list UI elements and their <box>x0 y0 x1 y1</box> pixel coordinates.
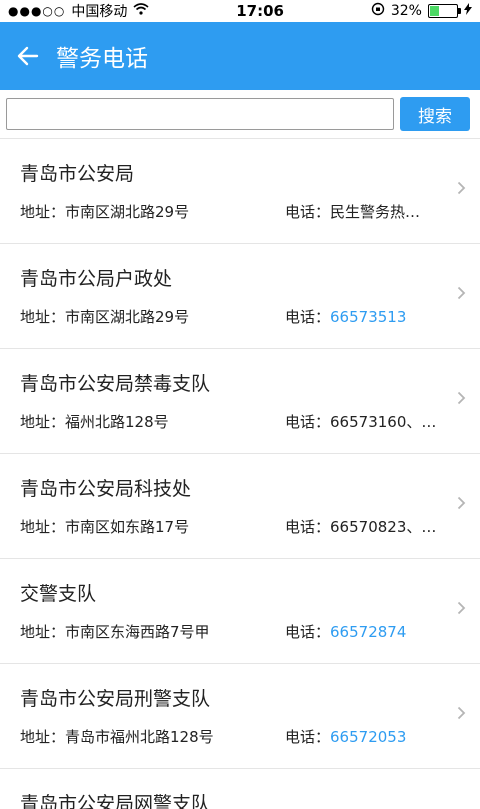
item-details: 地址：市南区湖北路29号 电话：民生警务热… <box>20 201 445 222</box>
item-name: 青岛市公安局科技处 <box>20 478 192 500</box>
list-item[interactable]: 青岛市公安局科技处地址：市南区如东路17号 电话：66570823、… <box>0 454 480 559</box>
item-address: 地址：青岛市福州北路128号 <box>20 728 214 746</box>
battery-percent: 32% <box>390 3 422 19</box>
chevron-right-icon <box>457 389 466 410</box>
item-address: 地址：市南区东海西路7号甲 <box>20 623 210 641</box>
phone-number[interactable]: 66573513 <box>330 308 406 326</box>
item-name: 青岛市公局户政处 <box>20 268 173 290</box>
item-name: 青岛市公安局禁毒支队 <box>20 373 211 395</box>
item-details: 地址：福州北路128号 电话：66573160、… <box>20 411 445 432</box>
item-details: 地址：市南区如东路17号 电话：66570823、… <box>20 516 445 537</box>
item-address: 地址：市南区湖北路29号 <box>20 203 190 221</box>
search-bar: 搜索 <box>0 90 480 139</box>
item-details: 地址：青岛市福州北路128号 电话：66572053 <box>20 726 445 747</box>
chevron-right-icon <box>457 704 466 725</box>
item-details: 地址：市南区东海西路7号甲 电话：66572874 <box>20 621 445 642</box>
phone-number[interactable]: 66572874 <box>330 623 406 641</box>
phone-label: 电话： <box>285 728 331 746</box>
status-bar: ●●●○○ 中国移动 17:06 32% <box>0 0 480 22</box>
chevron-right-icon <box>457 599 466 620</box>
item-phone: 电话：66570823、… <box>285 516 445 537</box>
phone-number: 民生警务热… <box>330 203 421 221</box>
phone-label: 电话： <box>285 413 331 431</box>
item-phone: 电话：民生警务热… <box>285 201 445 222</box>
wifi-icon <box>133 3 149 19</box>
status-right: 32% <box>371 2 472 20</box>
arrow-left-icon <box>17 46 39 66</box>
app-header: 警务电话 <box>0 22 480 90</box>
chevron-right-icon <box>457 284 466 305</box>
contact-list: 青岛市公安局 地址：市南区湖北路29号 电话：民生警务热… 青岛市公局户政处 地址：市南… <box>0 139 480 769</box>
status-left: ●●●○○ 中国移动 <box>8 1 149 21</box>
item-phone: 电话：66572874 <box>285 621 445 642</box>
back-button[interactable] <box>0 22 56 90</box>
item-address: 地址：福州北路128号 <box>20 413 169 431</box>
phone-label: 电话： <box>285 623 331 641</box>
phone-label: 电话： <box>285 308 331 326</box>
phone-label: 电话： <box>285 518 331 536</box>
rotation-lock-icon <box>371 2 385 20</box>
item-name: 青岛市公安局 <box>20 163 135 185</box>
chevron-right-icon <box>457 494 466 515</box>
item-phone: 电话：66573160、… <box>285 411 445 432</box>
phone-number: 66570823、… <box>330 518 437 536</box>
charging-icon <box>463 3 472 19</box>
item-phone: 电话：66573513 <box>285 306 445 327</box>
phone-number[interactable]: 66572053 <box>330 728 406 746</box>
page-title: 警务电话 <box>56 46 148 72</box>
clock: 17:06 <box>236 2 284 20</box>
list-item[interactable]: 青岛市公安局网警支队 <box>0 769 480 809</box>
list-item[interactable]: 青岛市公安局地址：市南区湖北路29号 电话：民生警务热… <box>0 139 480 244</box>
item-address: 地址：市南区湖北路29号 <box>20 308 190 326</box>
item-phone: 电话：66572053 <box>285 726 445 747</box>
search-button[interactable]: 搜索 <box>400 97 470 131</box>
battery-icon <box>427 4 461 18</box>
item-name: 青岛市公安局网警支队 <box>20 793 211 809</box>
item-name: 青岛市公安局刑警支队 <box>20 688 211 710</box>
phone-number: 66573160、… <box>330 413 437 431</box>
item-name: 交警支队 <box>20 583 97 605</box>
item-address: 地址：市南区如东路17号 <box>20 518 190 536</box>
list-item[interactable]: 交警支队地址：市南区东海西路7号甲 电话：66572874 <box>0 559 480 664</box>
list-item[interactable]: 青岛市公安局刑警支队地址：青岛市福州北路128号 电话：66572053 <box>0 664 480 769</box>
item-details: 地址：市南区湖北路29号 电话：66573513 <box>20 306 445 327</box>
carrier-label: 中国移动 <box>71 4 128 20</box>
list-item[interactable]: 青岛市公安局禁毒支队地址：福州北路128号 电话：66573160、… <box>0 349 480 454</box>
signal-icon: ●●●○○ <box>8 4 66 18</box>
search-input[interactable] <box>6 98 394 130</box>
phone-label: 电话： <box>285 203 331 221</box>
list-item[interactable]: 青岛市公局户政处地址：市南区湖北路29号 电话：66573513 <box>0 244 480 349</box>
chevron-right-icon <box>457 179 466 200</box>
